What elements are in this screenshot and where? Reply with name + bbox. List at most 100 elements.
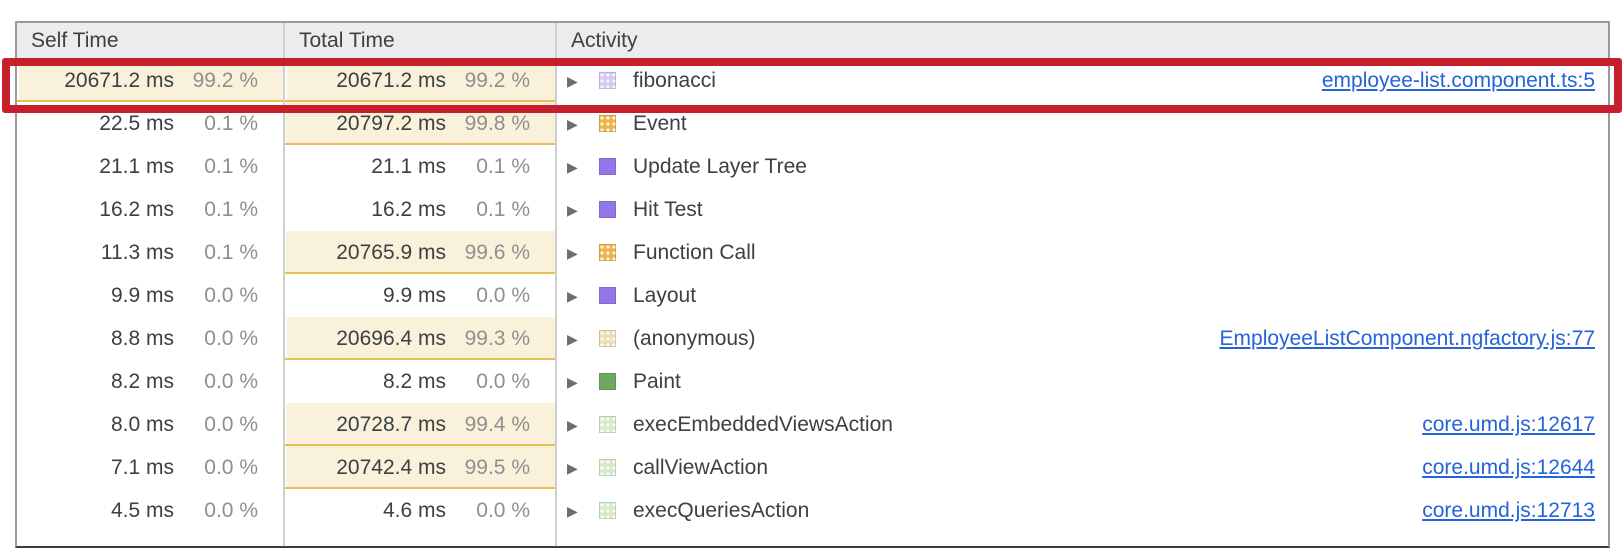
activity-cell[interactable]: ▶ Function Call [555, 231, 1608, 274]
expand-arrow-icon[interactable]: ▶ [567, 117, 587, 131]
self-time-cell[interactable]: 8.2 ms 0.0 % [17, 360, 283, 403]
self-time-cell[interactable]: 7.1 ms 0.0 % [17, 446, 283, 489]
activity-cell[interactable]: ▶ Hit Test [555, 188, 1608, 231]
total-time-percent: 0.0 % [446, 499, 530, 523]
activity-type-icon [599, 244, 616, 261]
self-time-cell[interactable]: 8.8 ms 0.0 % [17, 317, 283, 360]
table-row: 8.8 ms 0.0 % 20696.4 ms 99.3 % ▶ (anonym… [17, 317, 1608, 360]
activity-cell[interactable]: ▶ callViewAction core.umd.js:12644 [555, 446, 1608, 489]
self-time-value: 11.3 ms [101, 241, 174, 265]
source-location-link[interactable]: core.umd.js:12617 [1422, 413, 1608, 437]
total-time-value: 20742.4 ms [336, 456, 446, 480]
total-time-value: 20671.2 ms [336, 69, 446, 93]
source-location-link[interactable]: core.umd.js:12644 [1422, 456, 1608, 480]
activity-cell[interactable]: ▶ fibonacci employee-list.component.ts:5 [555, 59, 1608, 102]
self-time-percent: 0.1 % [174, 198, 258, 222]
total-time-cell[interactable]: 16.2 ms 0.1 % [283, 188, 555, 231]
expand-arrow-icon[interactable]: ▶ [567, 332, 587, 346]
self-time-cell[interactable]: 9.9 ms 0.0 % [17, 274, 283, 317]
source-location-link[interactable]: EmployeeListComponent.ngfactory.js:77 [1220, 327, 1608, 351]
source-location-link[interactable]: employee-list.component.ts:5 [1322, 69, 1608, 93]
expand-arrow-icon[interactable]: ▶ [567, 74, 587, 88]
activity-label: callViewAction [633, 456, 768, 480]
activity-type-icon [599, 201, 616, 218]
activity-label: Update Layer Tree [633, 155, 807, 179]
activity-label: Layout [633, 284, 696, 308]
self-time-percent: 0.1 % [174, 155, 258, 179]
table-row: 20671.2 ms 99.2 % 20671.2 ms 99.2 % ▶ fi… [17, 59, 1608, 102]
table-row: 16.2 ms 0.1 % 16.2 ms 0.1 % ▶ Hit Test [17, 188, 1608, 231]
expand-arrow-icon[interactable]: ▶ [567, 289, 587, 303]
total-time-cell[interactable]: 20742.4 ms 99.5 % [283, 446, 555, 489]
filler-cell [17, 532, 283, 546]
activity-cell[interactable]: ▶ execQueriesAction core.umd.js:12713 [555, 489, 1608, 532]
expand-arrow-icon[interactable]: ▶ [567, 418, 587, 432]
expand-arrow-icon[interactable]: ▶ [567, 203, 587, 217]
total-time-value: 4.6 ms [383, 499, 446, 523]
table-row: 4.5 ms 0.0 % 4.6 ms 0.0 % ▶ execQueriesA… [17, 489, 1608, 532]
self-time-percent: 0.0 % [174, 284, 258, 308]
column-header-self-time[interactable]: Self Time [17, 23, 283, 59]
self-time-value: 8.0 ms [111, 413, 174, 437]
self-time-value: 9.9 ms [111, 284, 174, 308]
self-time-cell[interactable]: 22.5 ms 0.1 % [17, 102, 283, 145]
total-time-value: 20728.7 ms [336, 413, 446, 437]
activity-type-icon [599, 330, 616, 347]
total-time-cell[interactable]: 20728.7 ms 99.4 % [283, 403, 555, 446]
total-time-percent: 0.0 % [446, 284, 530, 308]
total-time-cell[interactable]: 4.6 ms 0.0 % [283, 489, 555, 532]
expand-arrow-icon[interactable]: ▶ [567, 160, 587, 174]
self-time-value: 22.5 ms [99, 112, 174, 136]
activity-cell[interactable]: ▶ Event [555, 102, 1608, 145]
self-time-cell[interactable]: 16.2 ms 0.1 % [17, 188, 283, 231]
self-time-percent: 0.0 % [174, 499, 258, 523]
self-time-percent: 0.0 % [174, 456, 258, 480]
column-header-activity[interactable]: Activity [555, 23, 1608, 59]
table-row: 9.9 ms 0.0 % 9.9 ms 0.0 % ▶ Layout [17, 274, 1608, 317]
activity-cell[interactable]: ▶ (anonymous) EmployeeListComponent.ngfa… [555, 317, 1608, 360]
total-time-cell[interactable]: 21.1 ms 0.1 % [283, 145, 555, 188]
table-header-row: Self Time Total Time Activity [17, 23, 1608, 59]
filler-cell [283, 532, 555, 546]
activity-type-icon [599, 158, 616, 175]
column-header-total-time[interactable]: Total Time [283, 23, 555, 59]
self-time-value: 7.1 ms [111, 456, 174, 480]
total-time-percent: 0.1 % [446, 155, 530, 179]
self-time-cell[interactable]: 20671.2 ms 99.2 % [17, 59, 283, 102]
self-time-cell[interactable]: 21.1 ms 0.1 % [17, 145, 283, 188]
self-time-cell[interactable]: 8.0 ms 0.0 % [17, 403, 283, 446]
expand-arrow-icon[interactable]: ▶ [567, 504, 587, 518]
self-time-percent: 0.0 % [174, 327, 258, 351]
total-time-value: 20696.4 ms [336, 327, 446, 351]
total-time-percent: 99.2 % [446, 69, 530, 93]
activity-type-icon [599, 72, 616, 89]
self-time-value: 8.8 ms [111, 327, 174, 351]
activity-cell[interactable]: ▶ Paint [555, 360, 1608, 403]
total-time-cell[interactable]: 20696.4 ms 99.3 % [283, 317, 555, 360]
self-time-cell[interactable]: 11.3 ms 0.1 % [17, 231, 283, 274]
self-time-percent: 0.1 % [174, 241, 258, 265]
total-time-cell[interactable]: 8.2 ms 0.0 % [283, 360, 555, 403]
source-location-link[interactable]: core.umd.js:12713 [1422, 499, 1608, 523]
activity-cell[interactable]: ▶ Layout [555, 274, 1608, 317]
total-time-cell[interactable]: 9.9 ms 0.0 % [283, 274, 555, 317]
total-time-value: 8.2 ms [383, 370, 446, 394]
total-time-percent: 99.6 % [446, 241, 530, 265]
expand-arrow-icon[interactable]: ▶ [567, 461, 587, 475]
self-time-percent: 0.0 % [174, 370, 258, 394]
total-time-percent: 99.4 % [446, 413, 530, 437]
total-time-cell[interactable]: 20765.9 ms 99.6 % [283, 231, 555, 274]
activity-label: Function Call [633, 241, 756, 265]
table-row: 11.3 ms 0.1 % 20765.9 ms 99.6 % ▶ Functi… [17, 231, 1608, 274]
self-time-value: 8.2 ms [111, 370, 174, 394]
activity-cell[interactable]: ▶ Update Layer Tree [555, 145, 1608, 188]
total-time-value: 20797.2 ms [336, 112, 446, 136]
total-time-value: 16.2 ms [371, 198, 446, 222]
activity-type-icon [599, 502, 616, 519]
total-time-cell[interactable]: 20671.2 ms 99.2 % [283, 59, 555, 102]
activity-cell[interactable]: ▶ execEmbeddedViewsAction core.umd.js:12… [555, 403, 1608, 446]
expand-arrow-icon[interactable]: ▶ [567, 246, 587, 260]
total-time-cell[interactable]: 20797.2 ms 99.8 % [283, 102, 555, 145]
self-time-cell[interactable]: 4.5 ms 0.0 % [17, 489, 283, 532]
expand-arrow-icon[interactable]: ▶ [567, 375, 587, 389]
